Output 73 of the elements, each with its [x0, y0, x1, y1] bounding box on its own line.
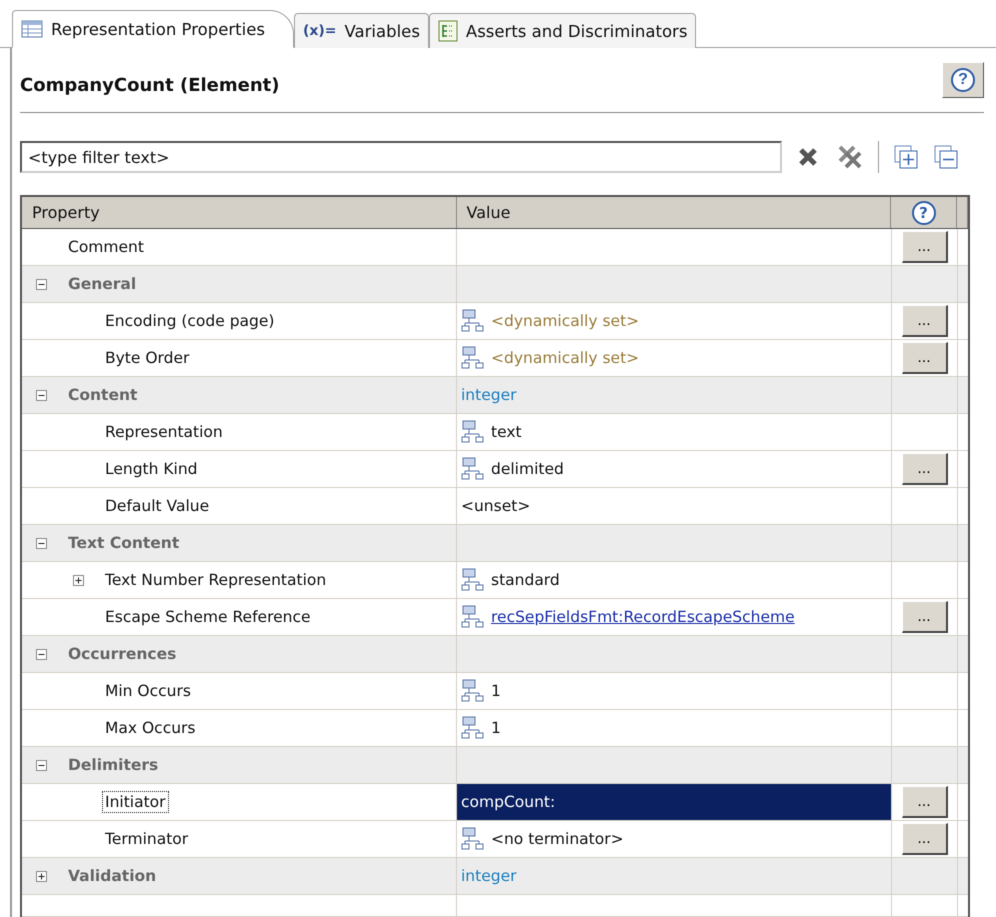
browse-button[interactable]: ... — [902, 342, 948, 374]
property-name[interactable]: Encoding (code page) — [102, 310, 278, 332]
minus-icon — [933, 144, 959, 170]
plus-icon — [893, 144, 919, 170]
help-icon: ? — [912, 200, 936, 224]
browse-button[interactable]: ... — [902, 453, 948, 485]
expander[interactable] — [36, 760, 47, 770]
help-button[interactable]: ? — [942, 62, 984, 98]
category-label[interactable]: Content — [65, 384, 140, 406]
category-label[interactable]: Validation — [65, 865, 160, 887]
category-row[interactable]: Content integer — [22, 377, 968, 414]
tab[interactable]: (x)= Variables — [294, 13, 429, 48]
category-row[interactable]: Occurrences — [22, 636, 968, 673]
expander[interactable] — [36, 648, 47, 660]
property-row[interactable]: Text Number Representation standard — [22, 562, 968, 599]
property-value: <unset> — [461, 497, 530, 515]
category-row[interactable]: Text Content — [22, 525, 968, 562]
expander[interactable] — [36, 278, 47, 290]
category-row[interactable]: Delimiters — [22, 747, 968, 784]
expand-all-button[interactable] — [893, 144, 919, 170]
column-header[interactable]: Property — [22, 197, 457, 228]
category-label[interactable]: Text Content — [65, 532, 182, 554]
expander[interactable] — [36, 538, 47, 548]
column-header[interactable]: Value — [456, 197, 892, 228]
property-value: 1 — [491, 719, 501, 737]
browse-button[interactable]: ... — [902, 601, 948, 633]
property-row[interactable]: Min Occurs 1 — [22, 673, 968, 710]
tab[interactable]: Asserts and Discriminators — [428, 13, 696, 48]
property-name[interactable]: Representation — [102, 421, 226, 443]
filter-field[interactable]: <type filter text> — [20, 141, 782, 173]
tab[interactable]: Representation Properties — [12, 10, 294, 48]
property-value: delimited — [491, 460, 564, 478]
category-label[interactable]: Delimiters — [65, 754, 162, 776]
property-value: compCount: — [461, 793, 556, 811]
property-name[interactable]: Text Number Representation — [102, 569, 330, 591]
property-value: standard — [491, 571, 560, 589]
property-name[interactable]: Byte Order — [102, 347, 192, 369]
property-row[interactable]: Length Kind delimited ... — [22, 451, 968, 488]
category-row[interactable]: Validation integer — [22, 858, 968, 895]
expander[interactable] — [73, 574, 84, 586]
property-name[interactable]: Max Occurs — [102, 717, 198, 739]
category-label[interactable]: Occurrences — [65, 643, 180, 665]
variable-icon: (x)= — [302, 23, 337, 39]
section-title: CompanyCount (Element) — [20, 74, 280, 96]
list-icon — [438, 20, 458, 42]
browse-button[interactable]: ... — [902, 231, 948, 263]
browse-button[interactable]: ... — [902, 823, 948, 855]
property-row[interactable]: Encoding (code page) <dynamically set> ... — [22, 303, 968, 340]
value-link[interactable]: recSepFieldsFmt:RecordEscapeScheme — [491, 608, 795, 626]
collapse-all-button[interactable] — [933, 144, 959, 170]
table-icon — [21, 20, 43, 38]
property-name[interactable]: Terminator — [102, 828, 192, 850]
property-value: text — [491, 423, 522, 441]
property-name[interactable]: Min Occurs — [102, 680, 194, 702]
category-row[interactable]: General — [22, 266, 968, 303]
category-label[interactable]: General — [65, 273, 140, 295]
property-name[interactable]: Length Kind — [102, 458, 201, 480]
property-value: <no terminator> — [491, 830, 624, 848]
property-name[interactable]: Comment — [65, 236, 147, 258]
property-name[interactable]: Escape Scheme Reference — [102, 606, 314, 628]
browse-button[interactable]: ... — [902, 305, 948, 337]
property-value: integer — [461, 867, 516, 885]
property-value: 1 — [491, 682, 501, 700]
property-value: integer — [461, 386, 516, 404]
property-row[interactable]: Representation text — [22, 414, 968, 451]
property-name[interactable]: Initiator — [102, 791, 169, 813]
property-value: <dynamically set> — [491, 349, 640, 367]
browse-button[interactable]: ... — [902, 786, 948, 818]
expander[interactable] — [36, 870, 47, 882]
property-name[interactable]: Default Value — [102, 495, 212, 517]
property-value: <dynamically set> — [491, 312, 640, 330]
expander[interactable] — [36, 390, 47, 400]
property-row[interactable]: Initiator compCount: ... — [22, 784, 968, 821]
